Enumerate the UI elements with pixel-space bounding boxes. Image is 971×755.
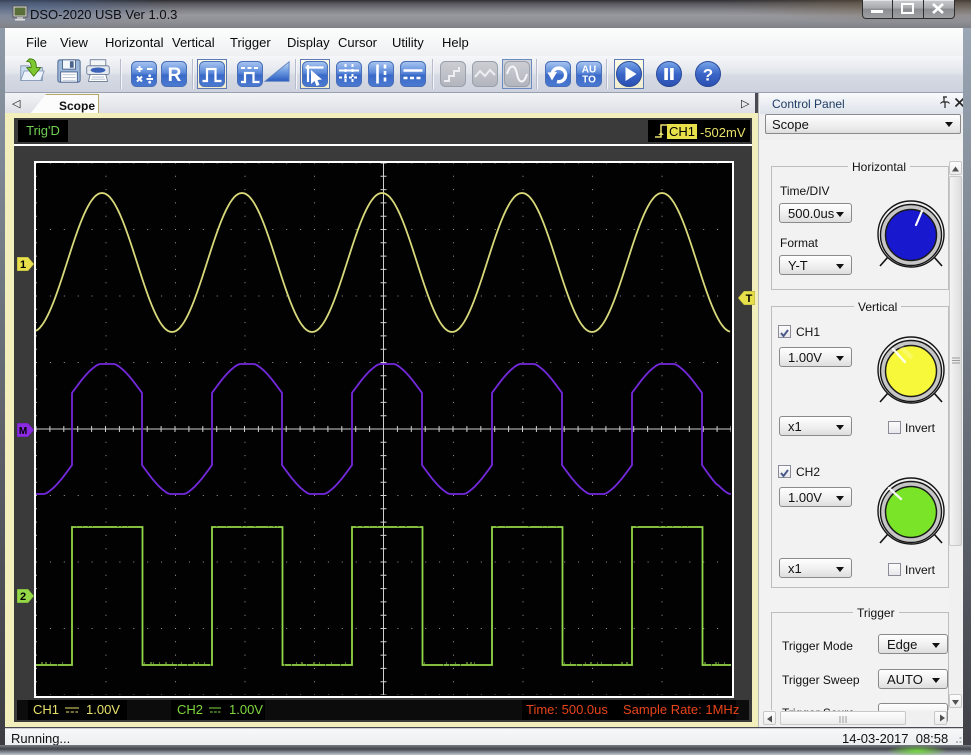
svg-text:M: M — [19, 426, 27, 437]
svg-text:?: ? — [703, 66, 713, 85]
svg-text:T: T — [746, 293, 753, 305]
svg-text:TO: TO — [582, 75, 596, 86]
svg-text:1: 1 — [20, 259, 26, 271]
svg-text:R: R — [168, 65, 182, 86]
svg-text:2: 2 — [20, 591, 26, 603]
